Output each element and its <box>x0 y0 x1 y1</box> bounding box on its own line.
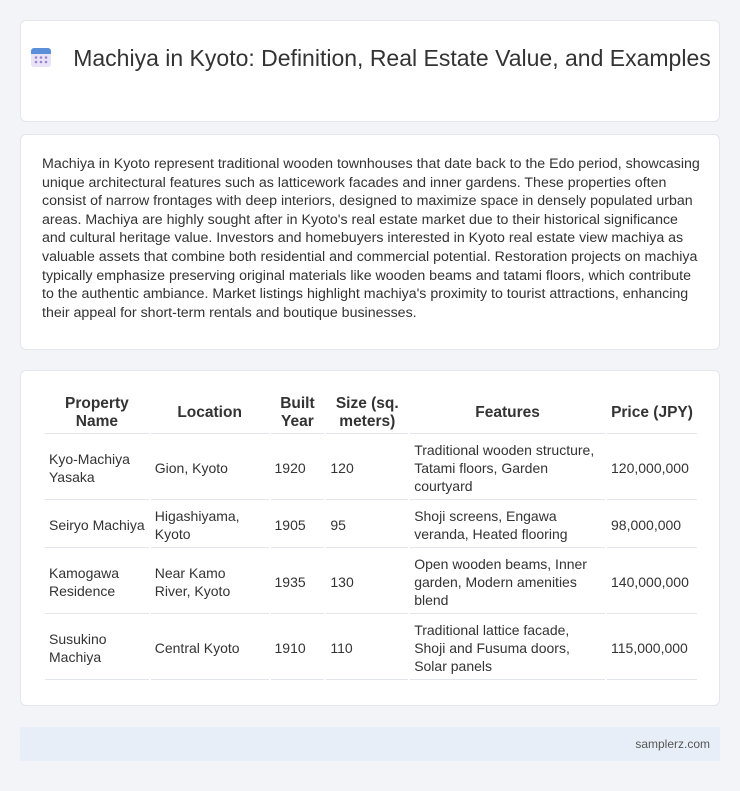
header-property-name: Property Name <box>45 393 149 434</box>
cell-built-year: 1910 <box>270 616 325 680</box>
cell-built-year: 1935 <box>270 550 325 614</box>
table-row: Seiryo Machiya Higashiyama, Kyoto 1905 9… <box>45 502 697 548</box>
cell-features: Traditional wooden structure, Tatami flo… <box>410 436 605 500</box>
cell-location: Gion, Kyoto <box>150 436 269 500</box>
footer-site-link[interactable]: samplerz.com <box>635 737 710 751</box>
page-title: Machiya in Kyoto: Definition, Real Estat… <box>21 44 719 73</box>
cell-features: Shoji screens, Engawa veranda, Heated fl… <box>410 502 605 548</box>
cell-built-year: 1920 <box>270 436 325 500</box>
cell-size: 130 <box>326 550 409 614</box>
cell-size: 110 <box>326 616 409 680</box>
cell-price: 98,000,000 <box>607 502 697 548</box>
page-title-text: Machiya in Kyoto: Definition, Real Estat… <box>73 45 711 71</box>
summary-paragraph: Machiya in Kyoto represent traditional w… <box>42 156 700 321</box>
header-location: Location <box>150 393 269 434</box>
property-table: Property Name Location Built Year Size (… <box>43 391 699 682</box>
calendar-icon <box>31 48 52 67</box>
cell-price: 140,000,000 <box>607 550 697 614</box>
cell-price: 120,000,000 <box>607 436 697 500</box>
cell-location: Higashiyama, Kyoto <box>150 502 269 548</box>
cell-location: Central Kyoto <box>150 616 269 680</box>
title-card: Machiya in Kyoto: Definition, Real Estat… <box>20 20 720 122</box>
table-card: Property Name Location Built Year Size (… <box>20 370 720 706</box>
header-size: Size (sq. meters) <box>326 393 409 434</box>
header-built-year: Built Year <box>270 393 325 434</box>
cell-location: Near Kamo River, Kyoto <box>150 550 269 614</box>
table-header-row: Property Name Location Built Year Size (… <box>45 393 697 434</box>
cell-property-name: Seiryo Machiya <box>45 502 149 548</box>
cell-features: Open wooden beams, Inner garden, Modern … <box>410 550 605 614</box>
table-row: Kamogawa Residence Near Kamo River, Kyot… <box>45 550 697 614</box>
cell-property-name: Kyo-Machiya Yasaka <box>45 436 149 500</box>
cell-built-year: 1905 <box>270 502 325 548</box>
cell-size: 95 <box>326 502 409 548</box>
footer: samplerz.com <box>20 727 720 761</box>
table-row: Kyo-Machiya Yasaka Gion, Kyoto 1920 120 … <box>45 436 697 500</box>
header-price: Price (JPY) <box>607 393 697 434</box>
table-row: Susukino Machiya Central Kyoto 1910 110 … <box>45 616 697 680</box>
cell-property-name: Kamogawa Residence <box>45 550 149 614</box>
summary-card: Machiya in Kyoto represent traditional w… <box>20 134 720 350</box>
header-features: Features <box>410 393 605 434</box>
cell-price: 115,000,000 <box>607 616 697 680</box>
cell-features: Traditional lattice facade, Shoji and Fu… <box>410 616 605 680</box>
cell-size: 120 <box>326 436 409 500</box>
cell-property-name: Susukino Machiya <box>45 616 149 680</box>
